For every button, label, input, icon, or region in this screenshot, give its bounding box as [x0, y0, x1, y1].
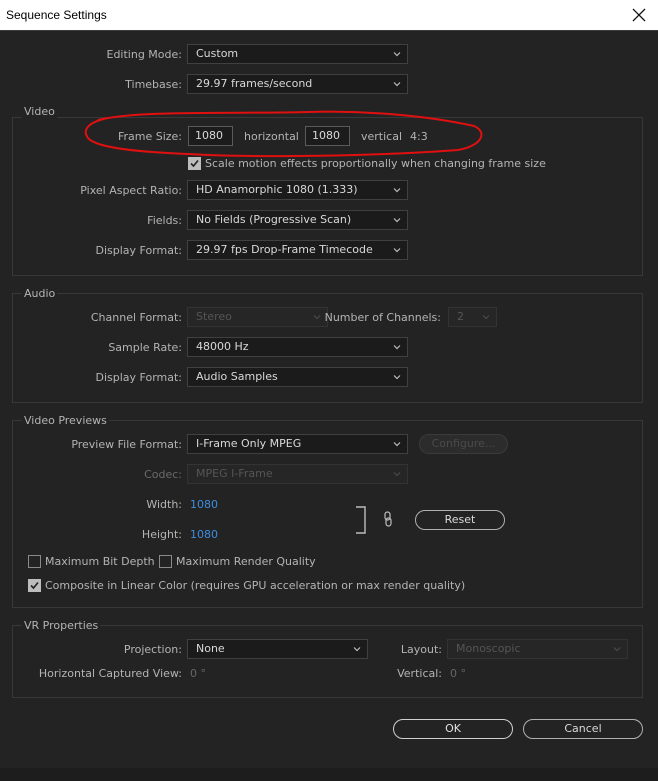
ok-button[interactable]: OK: [393, 719, 513, 739]
preview-file-format-label: Preview File Format:: [71, 438, 182, 451]
chevron-down-icon: [353, 647, 361, 652]
scale-motion-checkbox[interactable]: [188, 157, 201, 170]
audio-display-format-dropdown[interactable]: Audio Samples: [187, 367, 408, 387]
fields-label: Fields:: [147, 214, 182, 227]
chevron-down-icon: [393, 52, 401, 57]
linear-color-checkbox[interactable]: [28, 579, 41, 592]
checkmark-icon: [190, 159, 199, 168]
preview-height-value[interactable]: 1080: [190, 528, 218, 541]
chevron-down-icon: [393, 82, 401, 87]
chevron-down-icon: [393, 345, 401, 350]
preview-file-format-dropdown[interactable]: I-Frame Only MPEG: [187, 434, 408, 454]
scale-motion-label: Scale motion effects proportionally when…: [205, 157, 546, 170]
editing-mode-label: Editing Mode:: [106, 48, 183, 61]
chevron-down-icon: [613, 647, 621, 652]
pixel-aspect-value: HD Anamorphic 1080 (1.333): [196, 183, 358, 196]
chain-link-icon[interactable]: [382, 510, 394, 528]
video-display-format-value: 29.97 fps Drop-Frame Timecode: [196, 243, 373, 256]
projection-value: None: [196, 642, 225, 655]
link-bracket-icon: [356, 506, 366, 534]
horizontal-captured-view-value: 0 °: [190, 667, 206, 680]
max-render-quality-checkbox[interactable]: [159, 555, 172, 568]
timebase-dropdown[interactable]: 29.97 frames/second: [187, 74, 408, 94]
max-render-quality-label: Maximum Render Quality: [176, 555, 316, 568]
close-icon[interactable]: [628, 4, 650, 26]
num-channels-dropdown: 2: [448, 307, 497, 327]
audio-section-title: Audio: [22, 287, 58, 300]
checkmark-icon: [30, 581, 39, 590]
vr-vertical-label: Vertical:: [397, 667, 442, 680]
chevron-down-icon: [393, 248, 401, 253]
chevron-down-icon: [313, 315, 321, 320]
preview-file-format-value: I-Frame Only MPEG: [196, 437, 302, 450]
max-bit-depth-label: Maximum Bit Depth: [45, 555, 155, 568]
sample-rate-value: 48000 Hz: [196, 340, 249, 353]
channel-format-value: Stereo: [196, 310, 232, 323]
editing-mode-dropdown[interactable]: Custom: [187, 44, 408, 64]
channel-format-dropdown: Stereo: [187, 307, 328, 327]
max-bit-depth-checkbox[interactable]: [28, 555, 41, 568]
sample-rate-label: Sample Rate:: [108, 341, 182, 354]
cancel-button[interactable]: Cancel: [523, 719, 643, 739]
chevron-down-icon: [393, 442, 401, 447]
chevron-down-icon: [482, 315, 490, 320]
preview-width-value[interactable]: 1080: [190, 498, 218, 511]
editing-mode-value: Custom: [196, 47, 239, 60]
pixel-aspect-dropdown[interactable]: HD Anamorphic 1080 (1.333): [187, 180, 408, 200]
reset-button[interactable]: Reset: [415, 510, 505, 530]
projection-label: Projection:: [123, 643, 182, 656]
projection-dropdown[interactable]: None: [187, 639, 368, 659]
configure-button: Configure...: [419, 434, 508, 454]
window-title: Sequence Settings: [6, 8, 107, 22]
num-channels-label: Number of Channels:: [324, 311, 441, 324]
pixel-aspect-label: Pixel Aspect Ratio:: [80, 184, 182, 197]
layout-label: Layout:: [400, 643, 442, 656]
layout-dropdown: Monoscopic: [447, 639, 628, 659]
fields-dropdown[interactable]: No Fields (Progressive Scan): [187, 210, 408, 230]
timebase-value: 29.97 frames/second: [196, 77, 313, 90]
video-previews-section-title: Video Previews: [22, 414, 109, 427]
codec-value: MPEG I-Frame: [196, 467, 273, 480]
vr-vertical-value: 0 °: [450, 667, 466, 680]
titlebar-divider: [0, 30, 658, 31]
vr-properties-section: [12, 625, 643, 698]
layout-value: Monoscopic: [456, 642, 521, 655]
video-section-title: Video: [22, 105, 57, 118]
video-display-format-label: Display Format:: [95, 244, 182, 257]
chevron-down-icon: [393, 188, 401, 193]
preview-width-label: Width:: [146, 498, 182, 511]
audio-display-format-value: Audio Samples: [196, 370, 278, 383]
linear-color-label: Composite in Linear Color (requires GPU …: [45, 579, 466, 592]
window-titlebar: Sequence Settings: [0, 0, 658, 30]
chevron-down-icon: [393, 472, 401, 477]
red-annotation-circle: [84, 110, 483, 158]
chevron-down-icon: [393, 375, 401, 380]
codec-label: Codec:: [144, 468, 182, 481]
codec-dropdown: MPEG I-Frame: [187, 464, 408, 484]
audio-display-format-label: Display Format:: [95, 371, 182, 384]
channel-format-label: Channel Format:: [90, 311, 182, 324]
horizontal-captured-view-label: Horizontal Captured View:: [38, 667, 182, 680]
video-display-format-dropdown[interactable]: 29.97 fps Drop-Frame Timecode: [187, 240, 408, 260]
timebase-label: Timebase:: [125, 78, 182, 91]
bottom-edge: [0, 768, 658, 781]
vr-properties-section-title: VR Properties: [22, 619, 101, 632]
chevron-down-icon: [393, 218, 401, 223]
fields-value: No Fields (Progressive Scan): [196, 213, 352, 226]
preview-height-label: Height:: [141, 528, 182, 541]
sample-rate-dropdown[interactable]: 48000 Hz: [187, 337, 408, 357]
num-channels-value: 2: [457, 310, 464, 323]
